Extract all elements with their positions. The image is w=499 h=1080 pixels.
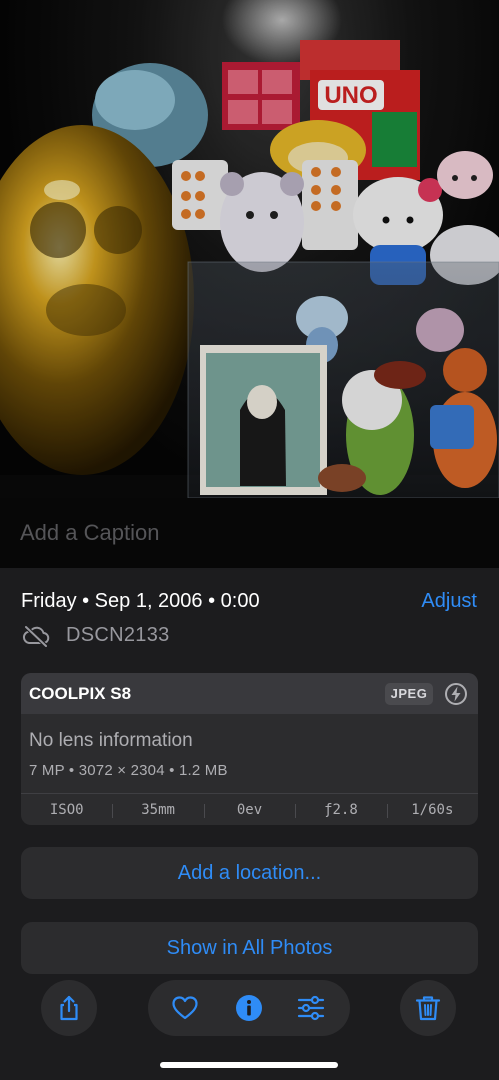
shutter-speed-value: 1/60s bbox=[386, 802, 478, 818]
exposure-bias-value: 0ev bbox=[203, 802, 295, 818]
photo-image: UNO bbox=[0, 0, 499, 498]
caption-input[interactable] bbox=[20, 518, 480, 548]
add-location-button[interactable]: Add a location... bbox=[21, 847, 478, 899]
aperture-value: ƒ2.8 bbox=[295, 802, 386, 818]
image-specs: 7 MP • 3072 × 2304 • 1.2 MB bbox=[29, 762, 228, 779]
caption-area bbox=[0, 498, 499, 568]
iso-value: ISO0 bbox=[49, 801, 84, 818]
cloud-slash-icon bbox=[23, 625, 50, 648]
camera-model: COOLPIX S8 bbox=[29, 684, 132, 703]
show-in-all-photos-button[interactable]: Show in All Photos bbox=[21, 922, 478, 974]
home-indicator[interactable] bbox=[160, 1062, 338, 1068]
photo-view[interactable]: UNO bbox=[0, 0, 499, 498]
lens-info: No lens information bbox=[29, 730, 193, 751]
share-button[interactable] bbox=[41, 980, 97, 1036]
adjust-date-button[interactable]: Adjust bbox=[421, 590, 477, 613]
flash-icon bbox=[445, 683, 467, 705]
date-row: Friday • Sep 1, 2006 • 0:00 Adjust bbox=[21, 590, 479, 616]
exposure-settings: ISO0 35mm 0ev ƒ2.8 1/60s bbox=[21, 794, 478, 825]
info-icon[interactable] bbox=[235, 994, 263, 1022]
info-sheet: Friday • Sep 1, 2006 • 0:00 Adjust DSCN2… bbox=[0, 568, 499, 1080]
exif-header: COOLPIX S8 JPEG bbox=[21, 673, 478, 714]
sliders-icon[interactable] bbox=[297, 994, 325, 1022]
share-icon bbox=[60, 995, 78, 1021]
focal-length-value: 35mm bbox=[112, 802, 203, 818]
delete-button[interactable] bbox=[400, 980, 456, 1036]
trash-icon bbox=[415, 996, 441, 1021]
toolbar-pill bbox=[148, 980, 350, 1036]
file-name: DSCN2133 bbox=[66, 624, 170, 646]
capture-date: Friday • Sep 1, 2006 • 0:00 bbox=[21, 590, 260, 612]
format-badge: JPEG bbox=[385, 683, 433, 705]
heart-icon[interactable] bbox=[171, 994, 199, 1022]
exif-card: COOLPIX S8 JPEG No lens information 7 MP… bbox=[21, 673, 478, 825]
